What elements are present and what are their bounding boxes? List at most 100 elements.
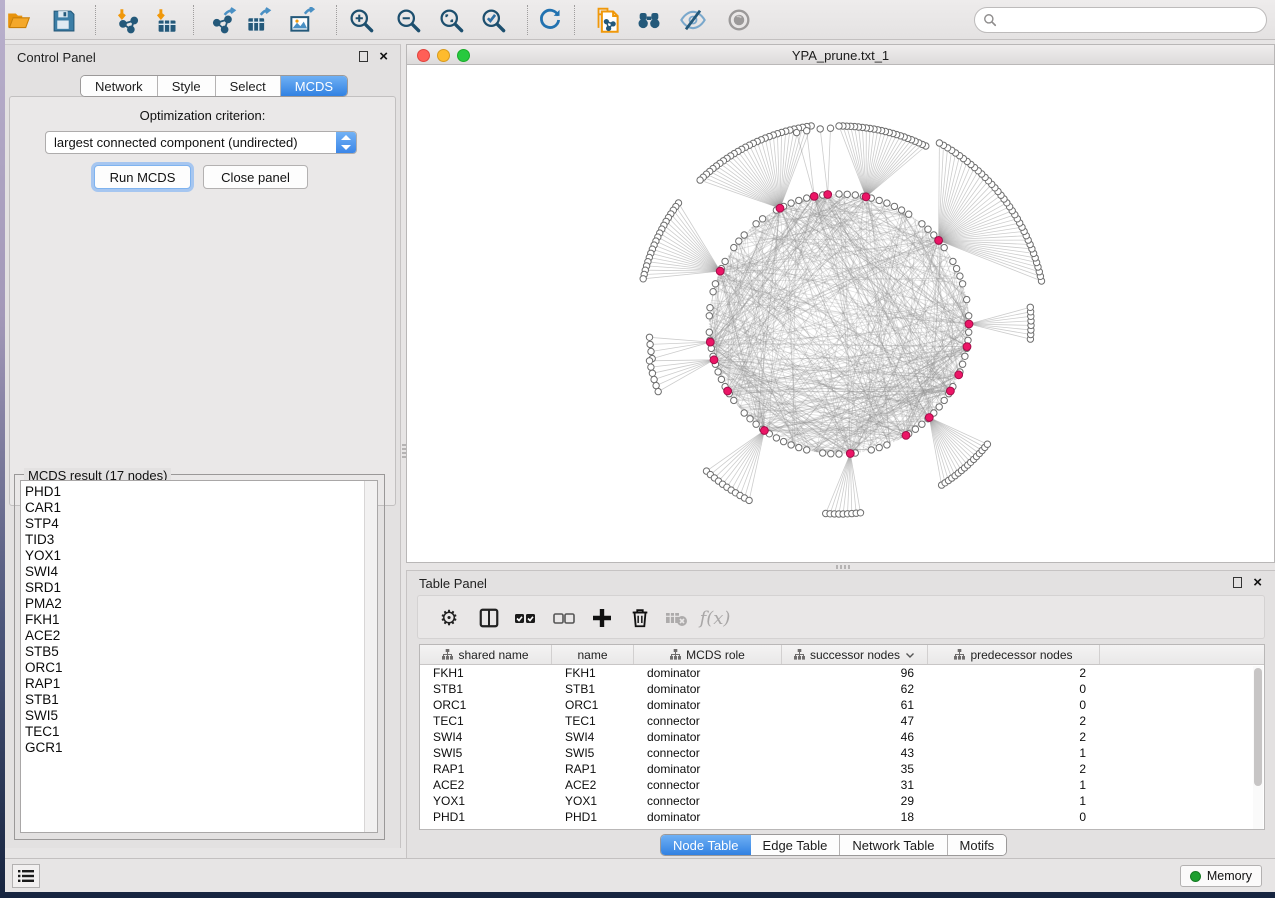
- optimization-criterion-select[interactable]: largest connected component (undirected): [45, 131, 357, 154]
- function-builder-icon[interactable]: f(x): [700, 604, 730, 632]
- node-table: shared namenameMCDS rolesuccessor nodesp…: [419, 644, 1265, 830]
- mcds-result-item[interactable]: ACE2: [21, 628, 377, 644]
- select-all-icon[interactable]: [510, 604, 540, 632]
- close-panel-button[interactable]: Close panel: [203, 165, 308, 189]
- tab-network-table[interactable]: Network Table: [840, 835, 947, 855]
- horizontal-splitter-grip[interactable]: [836, 565, 850, 569]
- find-icon[interactable]: [635, 6, 663, 34]
- table-scrollbar-thumb[interactable]: [1254, 668, 1262, 786]
- mcds-result-item[interactable]: PMA2: [21, 596, 377, 612]
- control-panel-title: Control Panel: [17, 50, 96, 65]
- search-icon: [983, 13, 997, 27]
- table-scrollbar[interactable]: [1253, 666, 1263, 829]
- show-columns-icon[interactable]: [474, 604, 504, 632]
- mcds-result-list[interactable]: PHD1CAR1STP4TID3YOX1SWI4SRD1PMA2FKH1ACE2…: [20, 480, 378, 833]
- mcds-result-item[interactable]: YOX1: [21, 548, 377, 564]
- table-cell: 2: [928, 665, 1100, 681]
- zoom-in-icon[interactable]: [347, 6, 375, 34]
- close-table-panel-icon[interactable]: ×: [1253, 574, 1262, 591]
- hide-selected-icon[interactable]: [679, 6, 707, 34]
- show-all-icon[interactable]: [725, 6, 753, 34]
- mcds-result-item[interactable]: SWI4: [21, 564, 377, 580]
- memory-button[interactable]: Memory: [1180, 865, 1262, 887]
- tab-mcds[interactable]: MCDS: [281, 76, 347, 96]
- search-box[interactable]: [974, 7, 1267, 33]
- close-panel-icon[interactable]: ×: [379, 48, 388, 65]
- mcds-result-item[interactable]: STP4: [21, 516, 377, 532]
- mcds-result-item[interactable]: RAP1: [21, 676, 377, 692]
- table-row[interactable]: TEC1TEC1connector472: [420, 713, 1264, 729]
- table-row[interactable]: YOX1YOX1connector291: [420, 793, 1264, 809]
- table-row[interactable]: FKH1FKH1dominator962: [420, 665, 1264, 681]
- table-cell: dominator: [634, 681, 782, 697]
- tab-edge-table[interactable]: Edge Table: [751, 835, 841, 855]
- delete-columns-icon[interactable]: [625, 604, 655, 632]
- toolbar-separator: [193, 5, 194, 35]
- zoom-out-icon[interactable]: [394, 6, 422, 34]
- export-image-icon[interactable]: [287, 6, 315, 34]
- mcds-result-item[interactable]: STB1: [21, 692, 377, 708]
- table-row[interactable]: SWI5SWI5connector431: [420, 745, 1264, 761]
- network-window-titlebar[interactable]: YPA_prune.txt_1: [407, 45, 1274, 65]
- application-window: Control Panel × Network Style Select MCD…: [5, 0, 1275, 892]
- column-header-shared-name[interactable]: shared name: [420, 645, 552, 664]
- mcds-result-item[interactable]: GCR1: [21, 740, 377, 756]
- tab-select[interactable]: Select: [216, 76, 281, 96]
- table-cell: dominator: [634, 697, 782, 713]
- save-session-icon[interactable]: [49, 6, 77, 34]
- table-options-icon[interactable]: ⚙: [434, 604, 464, 632]
- export-network-icon[interactable]: [209, 6, 237, 34]
- export-table-icon[interactable]: [244, 6, 272, 34]
- open-file-icon[interactable]: [5, 6, 33, 34]
- table-row[interactable]: ORC1ORC1dominator610: [420, 697, 1264, 713]
- tab-style[interactable]: Style: [158, 76, 216, 96]
- table-cell: TEC1: [552, 713, 634, 729]
- mcds-result-item[interactable]: STB5: [21, 644, 377, 660]
- node-table-body: FKH1FKH1dominator962STB1STB1dominator620…: [420, 665, 1264, 825]
- mcds-result-item[interactable]: TEC1: [21, 724, 377, 740]
- table-row[interactable]: RAP1RAP1dominator352: [420, 761, 1264, 777]
- import-table-icon[interactable]: [152, 6, 180, 34]
- column-header-predecessor-nodes[interactable]: predecessor nodes: [928, 645, 1100, 664]
- zoom-fit-icon[interactable]: [437, 6, 465, 34]
- mcds-result-item[interactable]: PHD1: [21, 484, 377, 500]
- update-view-icon[interactable]: [536, 6, 564, 34]
- mcds-result-item[interactable]: TID3: [21, 532, 377, 548]
- table-row[interactable]: SWI4SWI4dominator462: [420, 729, 1264, 745]
- table-cell: 62: [782, 681, 928, 697]
- tab-motifs[interactable]: Motifs: [948, 835, 1007, 855]
- table-toolbar: ⚙ f(x): [417, 595, 1265, 639]
- table-row[interactable]: PHD1PHD1dominator180: [420, 809, 1264, 825]
- deselect-all-icon[interactable]: [549, 604, 579, 632]
- table-row[interactable]: STB1STB1dominator620: [420, 681, 1264, 697]
- float-table-panel-icon[interactable]: [1233, 577, 1242, 588]
- mcds-result-item[interactable]: FKH1: [21, 612, 377, 628]
- mcds-result-item[interactable]: ORC1: [21, 660, 377, 676]
- column-header-name[interactable]: name: [552, 645, 634, 664]
- table-row[interactable]: ACE2ACE2connector311: [420, 777, 1264, 793]
- tab-node-table[interactable]: Node Table: [661, 835, 751, 855]
- table-cell: FKH1: [420, 665, 552, 681]
- mcds-result-item[interactable]: SWI5: [21, 708, 377, 724]
- mcds-result-item[interactable]: SRD1: [21, 580, 377, 596]
- table-cell: 0: [928, 809, 1100, 825]
- column-header-MCDS-role[interactable]: MCDS role: [634, 645, 782, 664]
- mcds-list-scrollbar[interactable]: [364, 481, 377, 832]
- create-column-icon[interactable]: [587, 604, 617, 632]
- float-panel-icon[interactable]: [359, 51, 368, 62]
- column-header-successor-nodes[interactable]: successor nodes: [782, 645, 928, 664]
- task-history-button[interactable]: [12, 864, 40, 888]
- zoom-selected-icon[interactable]: [479, 6, 507, 34]
- delete-table-icon[interactable]: [661, 604, 691, 632]
- search-input[interactable]: [1002, 13, 1266, 28]
- import-network-icon[interactable]: [113, 6, 141, 34]
- new-network-from-selection-icon[interactable]: [593, 6, 621, 34]
- table-cell: PHD1: [420, 809, 552, 825]
- table-cell: TEC1: [420, 713, 552, 729]
- network-canvas[interactable]: [407, 65, 1274, 562]
- table-cell: 35: [782, 761, 928, 777]
- tab-network[interactable]: Network: [81, 76, 158, 96]
- mcds-result-item[interactable]: CAR1: [21, 500, 377, 516]
- table-panel: Table Panel × ⚙ f(x): [406, 570, 1275, 858]
- run-mcds-button[interactable]: Run MCDS: [94, 165, 191, 189]
